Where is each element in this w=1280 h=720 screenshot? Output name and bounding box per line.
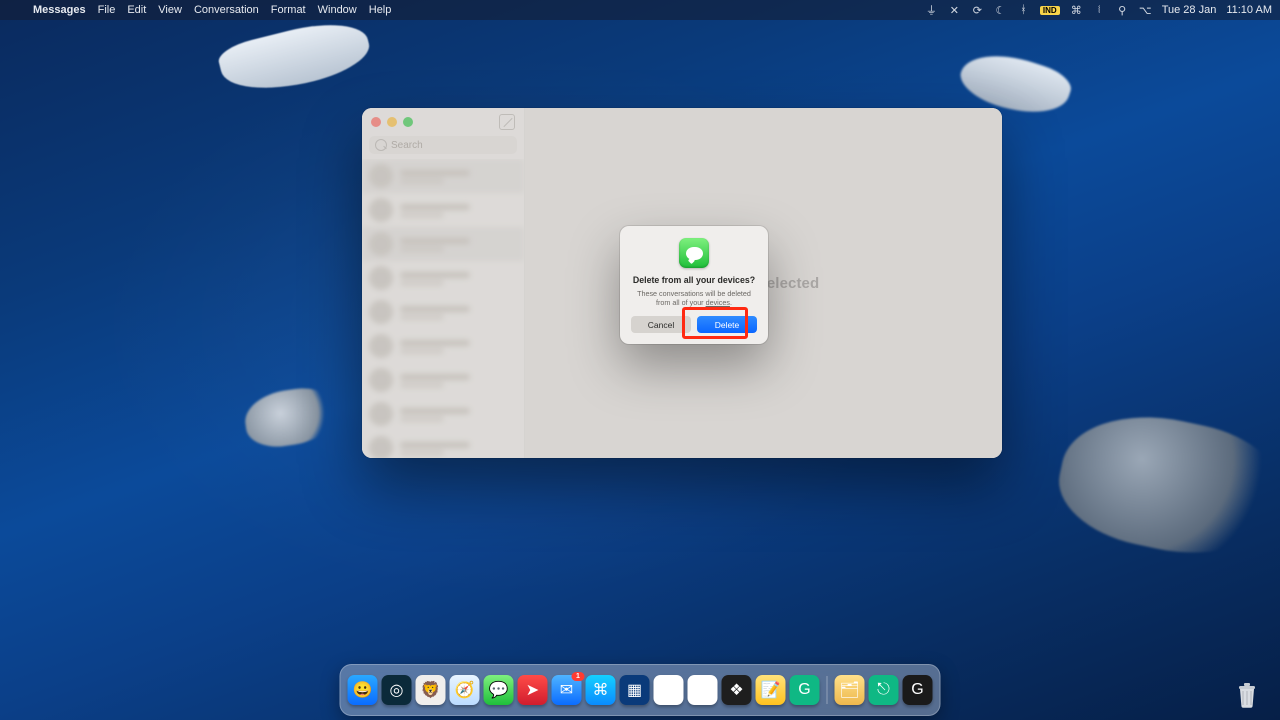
dock-slack-icon[interactable]: ✱	[654, 675, 684, 705]
dock-notes-icon[interactable]: 📝	[756, 675, 786, 705]
dock-brave-icon[interactable]: 🦁	[416, 675, 446, 705]
dialog-body: These conversations will be deleted from…	[631, 289, 757, 307]
spotlight-icon[interactable]: ⚲	[1116, 4, 1129, 17]
menu-help[interactable]: Help	[369, 4, 392, 16]
screen-mirroring-icon[interactable]: ⏚	[925, 4, 938, 17]
menubar-date[interactable]: Tue 28 Jan	[1162, 4, 1217, 16]
trash-icon[interactable]	[1232, 680, 1262, 710]
menu-conversation[interactable]: Conversation	[194, 4, 259, 16]
menu-view[interactable]: View	[158, 4, 182, 16]
delete-button[interactable]: Delete	[697, 316, 757, 333]
menubar-time[interactable]: 11:10 AM	[1226, 4, 1272, 16]
menu-app-name[interactable]: Messages	[33, 4, 86, 16]
bluetooth-icon[interactable]: ᚼ	[1017, 4, 1030, 17]
dock-files-icon[interactable]: 🗂	[835, 675, 865, 705]
delete-confirmation-dialog: Delete from all your devices? These conv…	[620, 226, 768, 344]
dock-safari-icon[interactable]: 🧭	[450, 675, 480, 705]
dock-edge-icon[interactable]: ◎	[382, 675, 412, 705]
apple-menu-icon[interactable]	[8, 4, 21, 17]
airdrop-icon[interactable]: ⌘	[1070, 4, 1083, 17]
dock-todoist-icon[interactable]: ➤	[518, 675, 548, 705]
dock-separator	[827, 676, 828, 704]
dialog-title: Delete from all your devices?	[631, 275, 757, 285]
do-not-disturb-icon[interactable]: ☾	[994, 4, 1007, 17]
control-center-icon[interactable]: ⌥	[1139, 4, 1152, 17]
wallpaper-detail	[216, 13, 375, 103]
status-icon[interactable]: ✕	[948, 4, 961, 17]
wallpaper-detail	[242, 384, 339, 451]
battery-status[interactable]: IND	[1040, 6, 1060, 15]
wallpaper-detail	[1049, 399, 1280, 572]
dock-finder-icon[interactable]: 😀	[348, 675, 378, 705]
input-source-indicator: IND	[1040, 6, 1060, 15]
dock: 😀◎🦁🧭💬➤✉1⌘▦✱◉❖📝G 🗂⎋G	[340, 664, 941, 716]
speech-bubble-icon	[686, 247, 703, 260]
badge: 1	[572, 672, 585, 681]
menu-file[interactable]: File	[98, 4, 116, 16]
sync-icon[interactable]: ⟳	[971, 4, 984, 17]
menu-bar: Messages File Edit View Conversation For…	[0, 0, 1280, 20]
menu-edit[interactable]: Edit	[127, 4, 146, 16]
messages-app-icon	[679, 238, 709, 268]
dock-trello-icon[interactable]: ▦	[620, 675, 650, 705]
dock-messages-icon[interactable]: 💬	[484, 675, 514, 705]
dock-grammarly-icon[interactable]: G	[790, 675, 820, 705]
menu-format[interactable]: Format	[271, 4, 306, 16]
dock-app2-icon[interactable]: ⎋	[869, 675, 899, 705]
dock-chrome-icon[interactable]: ◉	[688, 675, 718, 705]
dock-app3-icon[interactable]: G	[903, 675, 933, 705]
dock-shortcuts-icon[interactable]: ⌘	[586, 675, 616, 705]
wifi-icon[interactable]: ⧙	[1093, 4, 1106, 17]
dock-figma-icon[interactable]: ❖	[722, 675, 752, 705]
cancel-button[interactable]: Cancel	[631, 316, 691, 333]
menu-window[interactable]: Window	[318, 4, 357, 16]
